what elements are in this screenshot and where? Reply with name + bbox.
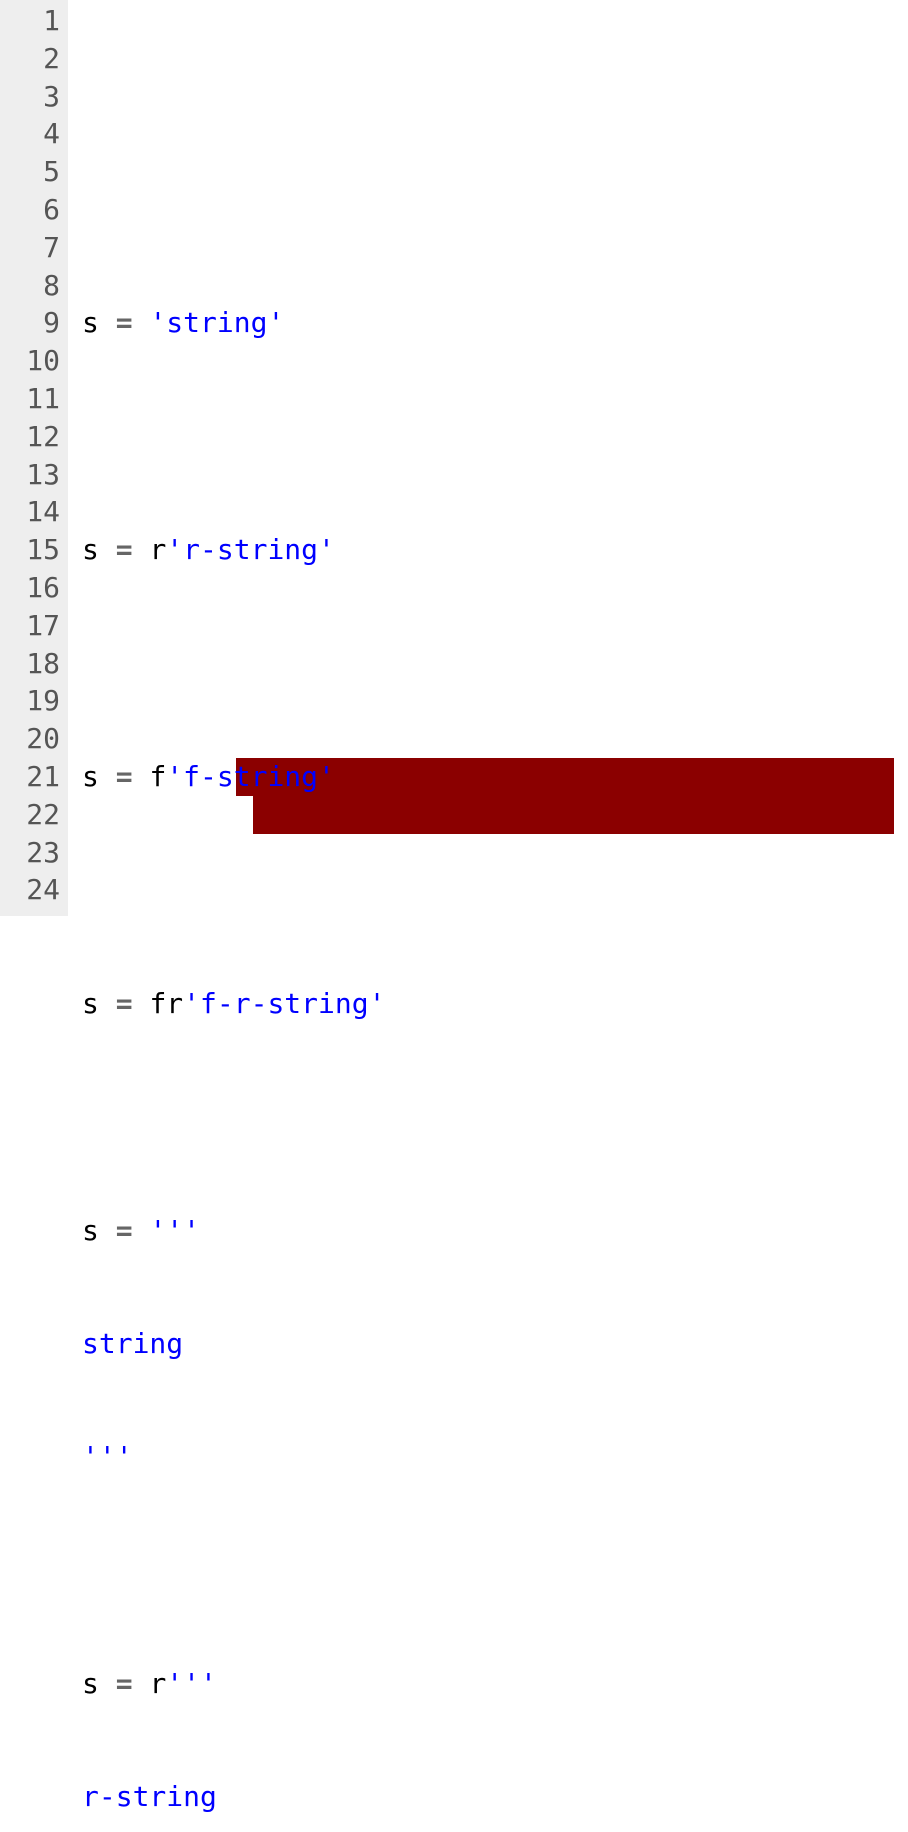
code-editor[interactable]: 1 2 3 4 5 6 7 8 9 10 11 12 13 14 15 16 1… (0, 0, 908, 916)
operator: = (116, 1214, 133, 1247)
string-quote: ''' (149, 1214, 200, 1247)
code-line[interactable]: s = r''' (82, 1665, 908, 1703)
code-line[interactable]: string (82, 1325, 908, 1363)
string-literal: f-r-string (200, 987, 369, 1020)
string-quote: ' (166, 760, 183, 793)
string-literal: f-string (183, 760, 318, 793)
line-number: 13 (0, 456, 60, 494)
code-line[interactable]: s = f'f-string' (82, 758, 908, 796)
line-number: 5 (0, 153, 60, 191)
string-quote: ' (183, 987, 200, 1020)
line-number: 11 (0, 380, 60, 418)
line-number-gutter: 1 2 3 4 5 6 7 8 9 10 11 12 13 14 15 16 1… (0, 0, 68, 916)
code-line[interactable] (82, 871, 908, 909)
string-prefix: f (149, 760, 166, 793)
line-number: 9 (0, 304, 60, 342)
variable: s (82, 533, 99, 566)
code-line[interactable]: s = r'r-string' (82, 531, 908, 569)
variable: s (82, 760, 99, 793)
code-line[interactable] (82, 1552, 908, 1590)
line-number: 15 (0, 531, 60, 569)
line-number: 8 (0, 267, 60, 305)
string-quote: ' (149, 306, 166, 339)
line-number: 23 (0, 834, 60, 872)
string-quote: ' (267, 306, 284, 339)
line-number: 22 (0, 796, 60, 834)
operator: = (116, 306, 133, 339)
line-number: 4 (0, 115, 60, 153)
operator: = (116, 760, 133, 793)
line-number: 20 (0, 720, 60, 758)
line-number: 1 (0, 2, 60, 40)
string-quote: ''' (82, 1440, 133, 1473)
string-quote: ' (318, 760, 335, 793)
line-number: 24 (0, 871, 60, 909)
string-literal: string (82, 1327, 183, 1360)
string-literal: string (166, 306, 267, 339)
string-literal: r-string (82, 1780, 217, 1813)
code-line[interactable] (82, 418, 908, 456)
variable: s (82, 1214, 99, 1247)
code-line[interactable]: s = 'string' (82, 304, 908, 342)
line-number: 6 (0, 191, 60, 229)
string-quote: ''' (166, 1667, 217, 1700)
operator: = (116, 1667, 133, 1700)
code-line[interactable] (82, 645, 908, 683)
code-line[interactable]: s = fr'f-r-string' (82, 985, 908, 1023)
line-number: 3 (0, 78, 60, 116)
line-number: 2 (0, 40, 60, 78)
string-quote: ' (166, 533, 183, 566)
line-number: 7 (0, 229, 60, 267)
line-number: 17 (0, 607, 60, 645)
line-number: 19 (0, 682, 60, 720)
string-quote: ' (369, 987, 386, 1020)
string-prefix: r (149, 533, 166, 566)
line-number: 10 (0, 342, 60, 380)
string-literal: r-string (183, 533, 318, 566)
line-number: 21 (0, 758, 60, 796)
string-prefix: fr (149, 987, 183, 1020)
line-number: 16 (0, 569, 60, 607)
string-prefix: r (149, 1667, 166, 1700)
operator: = (116, 533, 133, 566)
line-number: 12 (0, 418, 60, 456)
code-line[interactable]: ''' (82, 1438, 908, 1476)
variable: s (82, 306, 99, 339)
variable: s (82, 1667, 99, 1700)
line-number: 14 (0, 493, 60, 531)
operator: = (116, 987, 133, 1020)
variable: s (82, 987, 99, 1020)
line-number: 18 (0, 645, 60, 683)
code-line[interactable] (82, 1098, 908, 1136)
code-line[interactable]: r-string (82, 1778, 908, 1816)
code-area[interactable]: s = 'string' s = r'r-string' s = f'f-str… (68, 0, 908, 916)
string-quote: ' (318, 533, 335, 566)
code-line[interactable]: s = ''' (82, 1212, 908, 1250)
